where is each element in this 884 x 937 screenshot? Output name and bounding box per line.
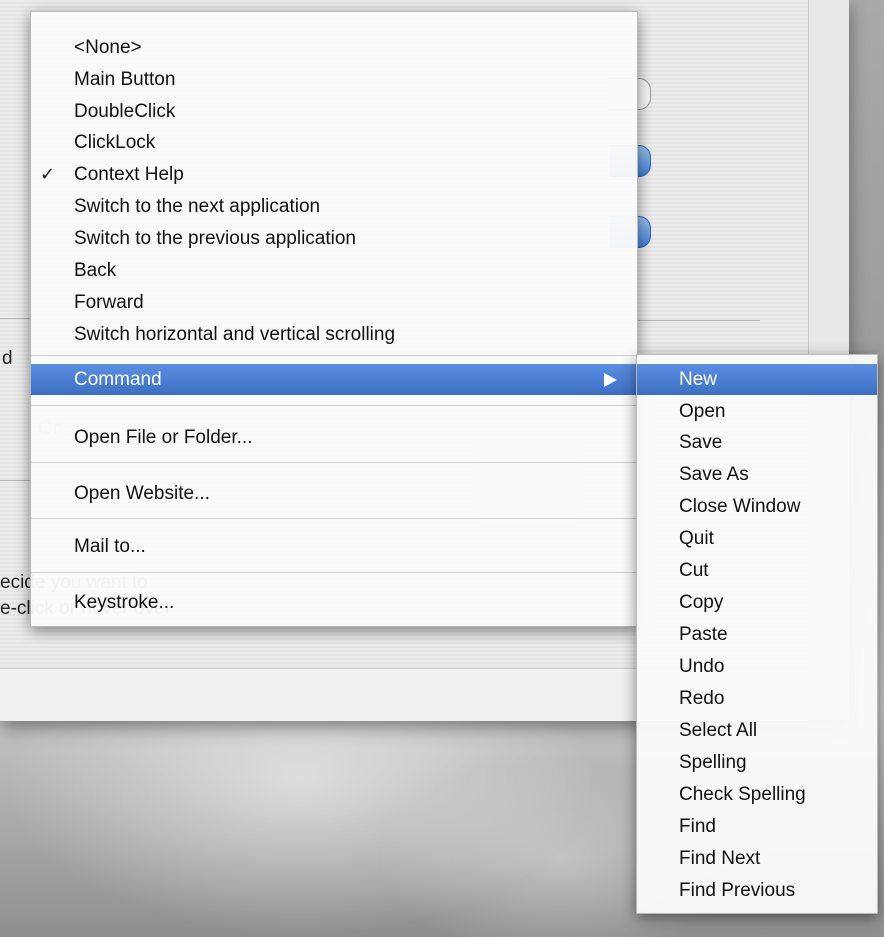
menu-item-label: Keystroke...	[74, 592, 175, 613]
submenu-item-open[interactable]: Open	[637, 396, 877, 427]
submenu-item-label: Undo	[679, 656, 725, 677]
menu-item-label: Open Website...	[74, 483, 210, 504]
menu-item-none[interactable]: <None>	[31, 32, 637, 63]
submenu-item-label: Cut	[679, 560, 709, 581]
submenu-item-label: New	[679, 369, 718, 390]
menu-item-label: <None>	[74, 37, 142, 58]
menu-item-open-file-or-folder[interactable]: Open File or Folder...	[31, 422, 637, 453]
menu-item-switch-next-app[interactable]: Switch to the next application	[31, 191, 637, 222]
menu-item-label: Main Button	[74, 69, 176, 90]
command-submenu[interactable]: New Open Save Save As Close Window Quit …	[636, 354, 878, 914]
menu-item-label: Mail to...	[74, 536, 146, 557]
menu-item-label: Open File or Folder...	[74, 427, 253, 448]
menu-item-label: DoubleClick	[74, 101, 176, 122]
menu-separator	[31, 572, 637, 573]
submenu-item-close-window[interactable]: Close Window	[637, 491, 877, 522]
menu-item-context-help[interactable]: ✓ Context Help	[31, 159, 637, 190]
menu-item-open-website[interactable]: Open Website...	[31, 478, 637, 509]
submenu-item-save[interactable]: Save	[637, 427, 877, 458]
menu-item-forward[interactable]: Forward	[31, 287, 637, 318]
menu-separator	[31, 518, 637, 519]
submenu-item-label: Find Next	[679, 848, 761, 869]
menu-separator	[31, 355, 637, 356]
submenu-item-label: Spelling	[679, 752, 747, 773]
submenu-item-select-all[interactable]: Select All	[637, 715, 877, 746]
submenu-item-label: Check Spelling	[679, 784, 806, 805]
menu-item-label: Command	[74, 369, 162, 390]
submenu-item-label: Redo	[679, 688, 725, 709]
submenu-item-find[interactable]: Find	[637, 811, 877, 842]
menu-item-switch-scrolling[interactable]: Switch horizontal and vertical scrolling	[31, 319, 637, 350]
submenu-item-label: Find Previous	[679, 880, 796, 901]
menu-item-label: Context Help	[74, 164, 184, 185]
submenu-item-find-previous[interactable]: Find Previous	[637, 875, 877, 906]
background-divider	[0, 480, 30, 481]
submenu-item-label: Open	[679, 401, 726, 422]
submenu-item-label: Find	[679, 816, 716, 837]
submenu-item-label: Copy	[679, 592, 724, 613]
submenu-item-new[interactable]: New	[637, 364, 877, 395]
menu-item-label: Back	[74, 260, 117, 281]
menu-item-clicklock[interactable]: ClickLock	[31, 127, 637, 158]
submenu-item-cut[interactable]: Cut	[637, 555, 877, 586]
menu-item-doubleclick[interactable]: DoubleClick	[31, 96, 637, 127]
checkmark-icon: ✓	[40, 164, 56, 184]
menu-item-main-button[interactable]: Main Button	[31, 64, 637, 95]
menu-item-keystroke[interactable]: Keystroke...	[31, 587, 637, 618]
button-action-popup-menu[interactable]: <None> Main Button DoubleClick ClickLock…	[30, 11, 638, 627]
submenu-item-label: Save	[679, 432, 723, 453]
menu-item-switch-previous-app[interactable]: Switch to the previous application	[31, 223, 637, 254]
background-divider	[0, 318, 30, 319]
submenu-item-label: Close Window	[679, 496, 801, 517]
menu-item-label: Switch to the next application	[74, 196, 321, 217]
menu-item-label: Forward	[74, 292, 144, 313]
background-divider	[636, 320, 760, 321]
submenu-item-save-as[interactable]: Save As	[637, 459, 877, 490]
submenu-item-paste[interactable]: Paste	[637, 619, 877, 650]
submenu-item-find-next[interactable]: Find Next	[637, 843, 877, 874]
menu-item-label: Switch to the previous application	[74, 228, 356, 249]
submenu-item-redo[interactable]: Redo	[637, 683, 877, 714]
submenu-item-spelling[interactable]: Spelling	[637, 747, 877, 778]
triangle-right-icon	[604, 373, 617, 387]
menu-item-label: Switch horizontal and vertical scrolling	[74, 324, 396, 345]
submenu-item-label: Select All	[679, 720, 758, 741]
menu-item-back[interactable]: Back	[31, 255, 637, 286]
submenu-item-label: Save As	[679, 464, 749, 485]
submenu-item-label: Quit	[679, 528, 714, 549]
submenu-item-undo[interactable]: Undo	[637, 651, 877, 682]
menu-item-command[interactable]: Command	[31, 364, 637, 395]
submenu-item-label: Paste	[679, 624, 728, 645]
menu-item-mail-to[interactable]: Mail to...	[31, 531, 637, 562]
background-label-fragment: d	[2, 348, 13, 369]
menu-separator	[31, 462, 637, 463]
menu-item-label: ClickLock	[74, 132, 156, 153]
menu-separator	[31, 405, 637, 406]
submenu-item-quit[interactable]: Quit	[637, 523, 877, 554]
submenu-item-copy[interactable]: Copy	[637, 587, 877, 618]
submenu-item-check-spelling[interactable]: Check Spelling	[637, 779, 877, 810]
